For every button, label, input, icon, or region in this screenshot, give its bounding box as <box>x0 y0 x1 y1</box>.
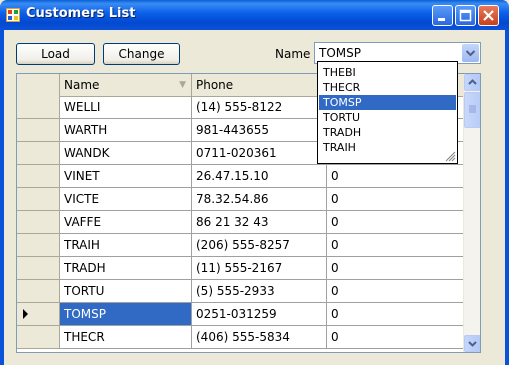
dropdown-option[interactable]: TOMSP <box>319 95 456 110</box>
row-header[interactable] <box>17 142 60 165</box>
cell-extra[interactable]: 0 <box>327 280 464 303</box>
change-button[interactable]: Change <box>103 43 180 65</box>
dropdown-option[interactable]: THEBI <box>319 65 456 80</box>
dropdown-option[interactable]: TORTU <box>319 110 456 125</box>
close-button[interactable] <box>478 5 499 26</box>
chevron-down-icon <box>468 341 477 347</box>
scroll-down-button[interactable] <box>464 335 480 352</box>
cell-name[interactable]: TRAIH <box>60 234 192 257</box>
scroll-thumb[interactable] <box>464 92 480 128</box>
resize-grip-icon[interactable] <box>444 150 456 162</box>
table-row[interactable]: TOMSP 0251-031259 0 <box>17 303 464 326</box>
cell-extra[interactable]: 0 <box>327 303 464 326</box>
cell-name[interactable]: WANDK <box>60 142 192 165</box>
cell-name[interactable]: TOMSP <box>60 303 192 326</box>
row-header[interactable] <box>17 326 60 349</box>
minimize-button[interactable] <box>432 5 453 26</box>
maximize-button[interactable] <box>455 5 476 26</box>
cell-phone[interactable]: 0711-020361 <box>192 142 327 165</box>
chevron-down-icon <box>465 50 476 57</box>
cell-name[interactable]: TORTU <box>60 280 192 303</box>
table-row[interactable]: VICTE 78.32.54.86 0 <box>17 188 464 211</box>
cell-phone[interactable]: 0251-031259 <box>192 303 327 326</box>
row-header[interactable] <box>17 257 60 280</box>
sort-down-icon: ▼ <box>179 80 186 90</box>
table-row[interactable]: TORTU (5) 555-2933 0 <box>17 280 464 303</box>
dropdown-option[interactable]: TRAIH <box>319 140 456 155</box>
row-header[interactable] <box>17 96 60 119</box>
cell-extra[interactable]: 0 <box>327 211 464 234</box>
cell-phone[interactable]: (406) 555-5834 <box>192 326 327 349</box>
cell-name[interactable]: TRADH <box>60 257 192 280</box>
window-title: Customers List <box>26 6 136 21</box>
cell-extra[interactable]: 0 <box>327 188 464 211</box>
window-border-left <box>0 30 4 365</box>
row-header[interactable] <box>17 188 60 211</box>
row-header[interactable] <box>17 211 60 234</box>
cell-extra[interactable]: 0 <box>327 165 464 188</box>
cell-extra[interactable]: 0 <box>327 257 464 280</box>
cell-name[interactable]: THECR <box>60 326 192 349</box>
cell-phone[interactable]: (5) 555-2933 <box>192 280 327 303</box>
row-header[interactable] <box>17 165 60 188</box>
minimize-icon <box>438 18 445 21</box>
cell-phone[interactable]: (206) 555-8257 <box>192 234 327 257</box>
close-icon <box>483 10 494 21</box>
table-row[interactable]: TRAIH (206) 555-8257 0 <box>17 234 464 257</box>
column-header-phone-label: Phone <box>196 78 234 92</box>
row-header[interactable] <box>17 280 60 303</box>
load-button[interactable]: Load <box>16 43 95 65</box>
maximize-icon <box>459 9 472 22</box>
cell-phone[interactable]: (11) 555-2167 <box>192 257 327 280</box>
cell-name[interactable]: WARTH <box>60 119 192 142</box>
name-label: Name <box>275 47 311 61</box>
name-combobox-value: TOMSP <box>319 46 361 60</box>
dropdown-option[interactable]: THECR <box>319 80 456 95</box>
title-bar[interactable]: Customers List <box>0 0 509 30</box>
cell-name[interactable]: WELLI <box>60 96 192 119</box>
chevron-up-icon <box>468 79 477 85</box>
header-corner <box>17 74 60 96</box>
column-header-name[interactable]: Name ▼ <box>60 74 192 96</box>
customers-window: Customers List Load Change Name TOMSP Na… <box>0 0 509 365</box>
grip-lines-icon <box>469 105 476 113</box>
cell-extra[interactable]: 0 <box>327 234 464 257</box>
scroll-up-button[interactable] <box>464 74 480 91</box>
window-border-right <box>505 30 509 365</box>
cell-phone[interactable]: 86 21 32 43 <box>192 211 327 234</box>
cell-phone[interactable]: 981-443655 <box>192 119 327 142</box>
cell-name[interactable]: VAFFE <box>60 211 192 234</box>
row-header[interactable] <box>17 119 60 142</box>
cell-phone[interactable]: 78.32.54.86 <box>192 188 327 211</box>
cell-name[interactable]: VINET <box>60 165 192 188</box>
row-header[interactable] <box>17 234 60 257</box>
app-window-icon <box>6 8 20 22</box>
cell-name[interactable]: VICTE <box>60 188 192 211</box>
row-header[interactable] <box>17 303 60 326</box>
vertical-scrollbar[interactable] <box>463 74 480 352</box>
table-row[interactable]: VINET 26.47.15.10 0 <box>17 165 464 188</box>
cell-phone[interactable]: (14) 555-8122 <box>192 96 327 119</box>
combobox-dropdown-button[interactable] <box>462 44 479 62</box>
name-dropdown-list[interactable]: THEBI THECR TOMSP TORTU TRADH TRAIH <box>317 61 458 164</box>
cell-extra[interactable]: 0 <box>327 326 464 349</box>
column-header-phone[interactable]: Phone <box>192 74 327 96</box>
table-row[interactable]: VAFFE 86 21 32 43 0 <box>17 211 464 234</box>
dropdown-option[interactable]: TRADH <box>319 125 456 140</box>
table-row[interactable]: TRADH (11) 555-2167 0 <box>17 257 464 280</box>
table-row[interactable]: THECR (406) 555-5834 0 <box>17 326 464 349</box>
column-header-name-label: Name <box>64 78 100 92</box>
current-row-indicator-icon <box>23 309 28 319</box>
cell-phone[interactable]: 26.47.15.10 <box>192 165 327 188</box>
